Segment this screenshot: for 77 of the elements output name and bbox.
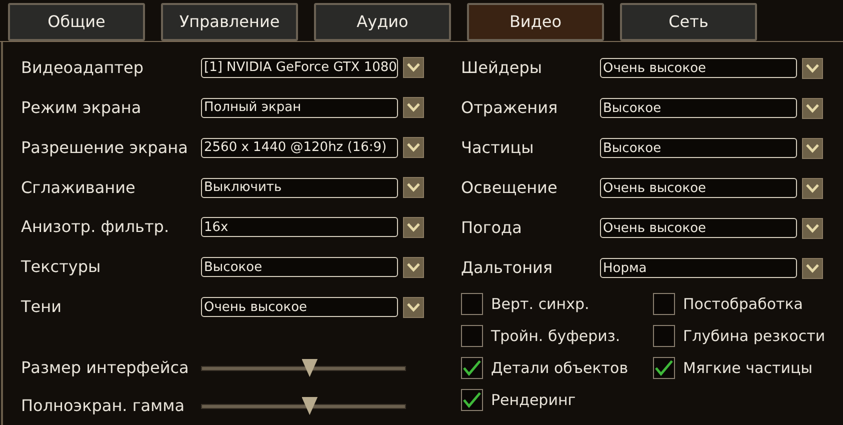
dropdown-field[interactable]: 16x — [201, 217, 398, 238]
setting-label: Видеоадаптер — [21, 56, 145, 79]
dropdown-arrow-button[interactable] — [802, 178, 823, 198]
dropdown-arrow-button[interactable] — [802, 58, 823, 78]
chevron-down-icon — [806, 264, 819, 272]
chevron-down-icon — [407, 302, 420, 312]
check-icon — [655, 360, 673, 376]
dropdown-field[interactable]: Очень высокое — [600, 218, 797, 238]
tab[interactable]: Общие — [8, 3, 145, 41]
checkbox[interactable] — [653, 293, 675, 315]
chevron-down-icon — [407, 262, 420, 272]
checkbox-label: Детали объектов — [491, 358, 628, 379]
check-icon — [463, 360, 481, 376]
setting-label: Частицы — [461, 137, 535, 159]
setting-label: Освещение — [461, 177, 558, 199]
checkbox[interactable] — [653, 357, 675, 379]
checkbox-label: Рендеринг — [491, 390, 576, 411]
chevron-down-icon — [806, 104, 819, 112]
dropdown-field[interactable]: 2560 x 1440 @120hz (16:9) — [201, 138, 398, 158]
dropdown-field[interactable]: Норма — [600, 258, 797, 278]
dropdown-field[interactable]: Высокое — [600, 138, 797, 158]
chevron-down-icon — [407, 63, 420, 72]
setting-label: Шейдеры — [461, 57, 544, 79]
setting-label: Тени — [21, 296, 62, 318]
setting-label: Погода — [461, 217, 523, 239]
chevron-down-icon — [407, 103, 420, 112]
checkbox[interactable] — [461, 293, 483, 315]
checkbox-label: Глубина резкости — [683, 326, 826, 347]
checkbox[interactable] — [461, 389, 483, 411]
dropdown-arrow-button[interactable] — [403, 216, 424, 238]
dropdown-arrow-button[interactable] — [403, 256, 424, 278]
checkbox-label: Верт. синхр. — [491, 294, 590, 315]
slider-label: Размер интерфейса — [21, 357, 190, 380]
setting-label: Отражения — [461, 97, 559, 119]
dropdown-arrow-button[interactable] — [802, 258, 823, 278]
setting-label: Текстуры — [21, 256, 102, 278]
tab[interactable]: Видео — [467, 3, 604, 41]
chevron-down-icon — [806, 184, 819, 192]
chevron-down-icon — [806, 64, 819, 72]
tab[interactable]: Управление — [161, 3, 298, 41]
setting-label: Дальтония — [461, 257, 554, 279]
chevron-down-icon — [806, 144, 819, 152]
dropdown-field[interactable]: Выключить — [201, 178, 398, 198]
checkbox[interactable] — [461, 325, 483, 347]
dropdown-arrow-button[interactable] — [802, 138, 823, 158]
dropdown-field[interactable]: Очень высокое — [600, 178, 797, 198]
chevron-down-icon — [407, 183, 420, 192]
tab[interactable]: Аудио — [314, 3, 451, 41]
checkbox[interactable] — [461, 357, 483, 379]
dropdown-field[interactable]: Очень высокое — [201, 297, 398, 318]
setting-label: Анизотр. фильтр. — [21, 216, 170, 238]
setting-label: Сглаживание — [21, 176, 136, 198]
dropdown-arrow-button[interactable] — [403, 57, 424, 78]
dropdown-field[interactable]: Очень высокое — [600, 58, 797, 78]
check-icon — [463, 392, 481, 408]
dropdown-arrow-button[interactable] — [403, 137, 424, 158]
checkbox[interactable] — [653, 325, 675, 347]
chevron-down-icon — [806, 224, 819, 232]
checkbox-label: Постобработка — [683, 294, 803, 315]
dropdown-arrow-button[interactable] — [403, 97, 424, 118]
checkbox-label: Тройн. буфериз. — [491, 326, 620, 347]
chevron-down-icon — [407, 143, 420, 152]
dropdown-field[interactable]: Высокое — [201, 257, 398, 278]
dropdown-field[interactable]: Полный экран — [201, 98, 398, 118]
setting-label: Разрешение экрана — [21, 136, 189, 159]
setting-label: Режим экрана — [21, 96, 142, 119]
dropdown-arrow-button[interactable] — [802, 98, 823, 118]
tab[interactable]: Сеть — [620, 3, 757, 41]
checkbox-label: Мягкие частицы — [683, 358, 812, 379]
slider[interactable] — [201, 396, 406, 416]
dropdown-field[interactable]: [1] NVIDIA GeForce GTX 1080 — [201, 58, 398, 78]
chevron-down-icon — [407, 222, 420, 232]
dropdown-field[interactable]: Высокое — [600, 98, 797, 118]
dropdown-arrow-button[interactable] — [802, 218, 823, 238]
slider[interactable] — [201, 358, 406, 378]
slider-label: Полноэкран. гамма — [21, 395, 186, 418]
dropdown-arrow-button[interactable] — [403, 296, 424, 318]
